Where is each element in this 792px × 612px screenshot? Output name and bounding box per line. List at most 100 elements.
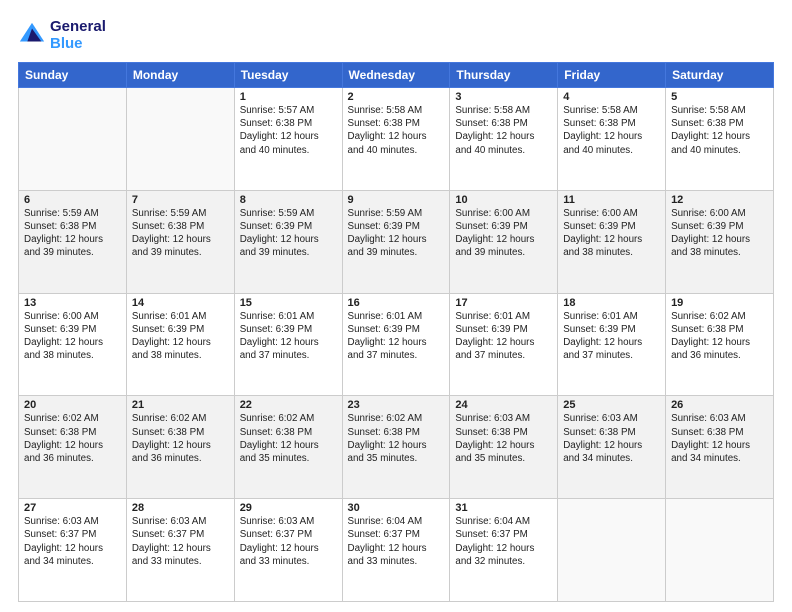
day-number: 1: [240, 91, 337, 103]
day-info: Sunrise: 6:02 AM Sunset: 6:38 PM Dayligh…: [24, 412, 121, 465]
calendar-cell: [126, 88, 234, 191]
calendar-cell: 8Sunrise: 5:59 AM Sunset: 6:39 PM Daylig…: [234, 190, 342, 293]
day-number: 18: [563, 297, 660, 309]
weekday-monday: Monday: [126, 63, 234, 88]
logo-icon: [18, 21, 46, 49]
calendar-cell: 22Sunrise: 6:02 AM Sunset: 6:38 PM Dayli…: [234, 396, 342, 499]
calendar-cell: 24Sunrise: 6:03 AM Sunset: 6:38 PM Dayli…: [450, 396, 558, 499]
calendar-cell: 6Sunrise: 5:59 AM Sunset: 6:38 PM Daylig…: [19, 190, 127, 293]
calendar-cell: 11Sunrise: 6:00 AM Sunset: 6:39 PM Dayli…: [558, 190, 666, 293]
weekday-friday: Friday: [558, 63, 666, 88]
calendar: SundayMondayTuesdayWednesdayThursdayFrid…: [18, 62, 774, 602]
calendar-cell: 17Sunrise: 6:01 AM Sunset: 6:39 PM Dayli…: [450, 293, 558, 396]
page: General Blue SundayMondayTuesdayWednesda…: [0, 0, 792, 612]
calendar-cell: [558, 499, 666, 602]
day-info: Sunrise: 6:01 AM Sunset: 6:39 PM Dayligh…: [563, 310, 660, 363]
calendar-cell: 12Sunrise: 6:00 AM Sunset: 6:39 PM Dayli…: [666, 190, 774, 293]
day-info: Sunrise: 6:02 AM Sunset: 6:38 PM Dayligh…: [132, 412, 229, 465]
day-info: Sunrise: 5:59 AM Sunset: 6:38 PM Dayligh…: [24, 207, 121, 260]
week-row-5: 27Sunrise: 6:03 AM Sunset: 6:37 PM Dayli…: [19, 499, 774, 602]
day-number: 6: [24, 194, 121, 206]
calendar-cell: 4Sunrise: 5:58 AM Sunset: 6:38 PM Daylig…: [558, 88, 666, 191]
weekday-saturday: Saturday: [666, 63, 774, 88]
weekday-sunday: Sunday: [19, 63, 127, 88]
calendar-cell: 30Sunrise: 6:04 AM Sunset: 6:37 PM Dayli…: [342, 499, 450, 602]
day-number: 29: [240, 502, 337, 514]
day-number: 14: [132, 297, 229, 309]
calendar-cell: 26Sunrise: 6:03 AM Sunset: 6:38 PM Dayli…: [666, 396, 774, 499]
weekday-thursday: Thursday: [450, 63, 558, 88]
day-number: 25: [563, 399, 660, 411]
day-number: 2: [348, 91, 445, 103]
day-info: Sunrise: 5:58 AM Sunset: 6:38 PM Dayligh…: [563, 104, 660, 157]
calendar-cell: 2Sunrise: 5:58 AM Sunset: 6:38 PM Daylig…: [342, 88, 450, 191]
day-number: 19: [671, 297, 768, 309]
day-info: Sunrise: 6:03 AM Sunset: 6:37 PM Dayligh…: [240, 515, 337, 568]
day-number: 10: [455, 194, 552, 206]
day-number: 30: [348, 502, 445, 514]
calendar-cell: 18Sunrise: 6:01 AM Sunset: 6:39 PM Dayli…: [558, 293, 666, 396]
day-info: Sunrise: 6:02 AM Sunset: 6:38 PM Dayligh…: [348, 412, 445, 465]
logo: General Blue: [18, 18, 106, 52]
calendar-cell: 25Sunrise: 6:03 AM Sunset: 6:38 PM Dayli…: [558, 396, 666, 499]
calendar-cell: 31Sunrise: 6:04 AM Sunset: 6:37 PM Dayli…: [450, 499, 558, 602]
day-info: Sunrise: 6:04 AM Sunset: 6:37 PM Dayligh…: [455, 515, 552, 568]
day-info: Sunrise: 6:00 AM Sunset: 6:39 PM Dayligh…: [671, 207, 768, 260]
day-info: Sunrise: 6:02 AM Sunset: 6:38 PM Dayligh…: [240, 412, 337, 465]
day-info: Sunrise: 6:01 AM Sunset: 6:39 PM Dayligh…: [348, 310, 445, 363]
day-info: Sunrise: 6:03 AM Sunset: 6:37 PM Dayligh…: [132, 515, 229, 568]
calendar-cell: 16Sunrise: 6:01 AM Sunset: 6:39 PM Dayli…: [342, 293, 450, 396]
logo-text: General Blue: [50, 18, 106, 52]
day-number: 21: [132, 399, 229, 411]
calendar-cell: 20Sunrise: 6:02 AM Sunset: 6:38 PM Dayli…: [19, 396, 127, 499]
day-number: 12: [671, 194, 768, 206]
header: General Blue: [18, 18, 774, 52]
day-info: Sunrise: 6:04 AM Sunset: 6:37 PM Dayligh…: [348, 515, 445, 568]
day-number: 3: [455, 91, 552, 103]
calendar-cell: 13Sunrise: 6:00 AM Sunset: 6:39 PM Dayli…: [19, 293, 127, 396]
day-info: Sunrise: 6:03 AM Sunset: 6:38 PM Dayligh…: [671, 412, 768, 465]
calendar-cell: 1Sunrise: 5:57 AM Sunset: 6:38 PM Daylig…: [234, 88, 342, 191]
calendar-cell: 10Sunrise: 6:00 AM Sunset: 6:39 PM Dayli…: [450, 190, 558, 293]
day-info: Sunrise: 5:59 AM Sunset: 6:39 PM Dayligh…: [348, 207, 445, 260]
calendar-cell: 3Sunrise: 5:58 AM Sunset: 6:38 PM Daylig…: [450, 88, 558, 191]
day-info: Sunrise: 6:02 AM Sunset: 6:38 PM Dayligh…: [671, 310, 768, 363]
weekday-tuesday: Tuesday: [234, 63, 342, 88]
weekday-wednesday: Wednesday: [342, 63, 450, 88]
day-number: 24: [455, 399, 552, 411]
day-number: 15: [240, 297, 337, 309]
day-number: 4: [563, 91, 660, 103]
day-number: 5: [671, 91, 768, 103]
day-info: Sunrise: 5:57 AM Sunset: 6:38 PM Dayligh…: [240, 104, 337, 157]
day-info: Sunrise: 6:01 AM Sunset: 6:39 PM Dayligh…: [455, 310, 552, 363]
weekday-header-row: SundayMondayTuesdayWednesdayThursdayFrid…: [19, 63, 774, 88]
calendar-cell: 29Sunrise: 6:03 AM Sunset: 6:37 PM Dayli…: [234, 499, 342, 602]
day-info: Sunrise: 5:59 AM Sunset: 6:39 PM Dayligh…: [240, 207, 337, 260]
calendar-cell: 23Sunrise: 6:02 AM Sunset: 6:38 PM Dayli…: [342, 396, 450, 499]
day-info: Sunrise: 6:03 AM Sunset: 6:38 PM Dayligh…: [563, 412, 660, 465]
day-number: 13: [24, 297, 121, 309]
day-number: 16: [348, 297, 445, 309]
calendar-cell: 9Sunrise: 5:59 AM Sunset: 6:39 PM Daylig…: [342, 190, 450, 293]
day-number: 22: [240, 399, 337, 411]
day-number: 8: [240, 194, 337, 206]
day-info: Sunrise: 6:03 AM Sunset: 6:38 PM Dayligh…: [455, 412, 552, 465]
day-number: 23: [348, 399, 445, 411]
day-number: 31: [455, 502, 552, 514]
day-number: 7: [132, 194, 229, 206]
day-info: Sunrise: 6:00 AM Sunset: 6:39 PM Dayligh…: [563, 207, 660, 260]
day-number: 26: [671, 399, 768, 411]
day-info: Sunrise: 6:00 AM Sunset: 6:39 PM Dayligh…: [24, 310, 121, 363]
week-row-3: 13Sunrise: 6:00 AM Sunset: 6:39 PM Dayli…: [19, 293, 774, 396]
day-number: 9: [348, 194, 445, 206]
day-info: Sunrise: 5:58 AM Sunset: 6:38 PM Dayligh…: [348, 104, 445, 157]
calendar-cell: 19Sunrise: 6:02 AM Sunset: 6:38 PM Dayli…: [666, 293, 774, 396]
calendar-cell: 7Sunrise: 5:59 AM Sunset: 6:38 PM Daylig…: [126, 190, 234, 293]
calendar-cell: 21Sunrise: 6:02 AM Sunset: 6:38 PM Dayli…: [126, 396, 234, 499]
calendar-cell: 5Sunrise: 5:58 AM Sunset: 6:38 PM Daylig…: [666, 88, 774, 191]
calendar-cell: 27Sunrise: 6:03 AM Sunset: 6:37 PM Dayli…: [19, 499, 127, 602]
calendar-cell: 15Sunrise: 6:01 AM Sunset: 6:39 PM Dayli…: [234, 293, 342, 396]
day-number: 28: [132, 502, 229, 514]
day-info: Sunrise: 6:01 AM Sunset: 6:39 PM Dayligh…: [240, 310, 337, 363]
calendar-cell: 28Sunrise: 6:03 AM Sunset: 6:37 PM Dayli…: [126, 499, 234, 602]
